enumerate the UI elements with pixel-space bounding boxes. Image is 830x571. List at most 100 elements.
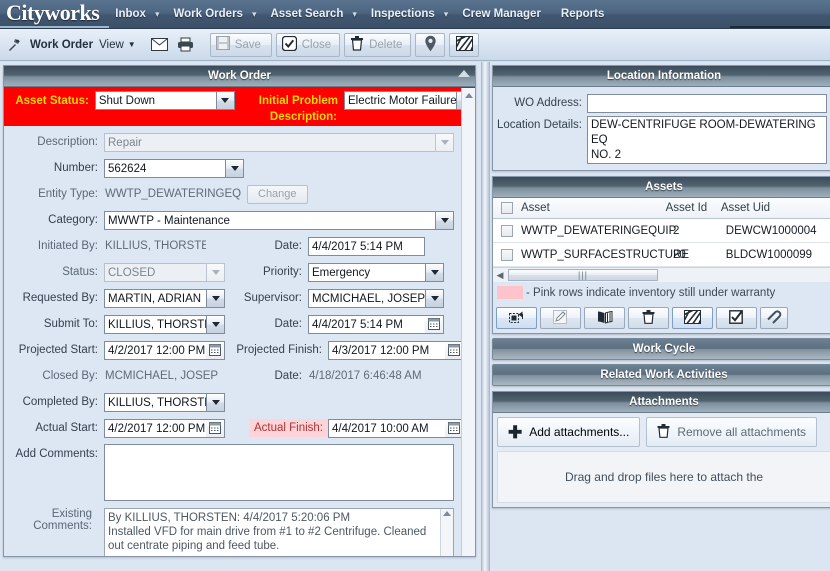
- gis-button[interactable]: [449, 32, 480, 57]
- scroll-thumb[interactable]: |||: [508, 269, 658, 281]
- column-header-asset[interactable]: Asset: [521, 202, 666, 214]
- submit-date-field[interactable]: 4/4/2017 5:14 PM: [308, 314, 444, 334]
- supervisor-value[interactable]: MCMICHAEL, JOSEPH: [308, 288, 425, 308]
- submit-to-value[interactable]: KILLIUS, THORSTEN: [104, 314, 206, 334]
- view-menu[interactable]: View: [99, 39, 124, 51]
- change-button[interactable]: Change: [247, 184, 308, 204]
- scroll-up-button[interactable]: [462, 88, 475, 102]
- map-book-button[interactable]: [584, 307, 625, 329]
- actual-start-value[interactable]: 4/2/2017 12:00 PM: [104, 418, 206, 438]
- submit-date-value[interactable]: 4/4/2017 5:14 PM: [308, 314, 425, 334]
- add-comments-input[interactable]: [104, 444, 454, 501]
- actual-finish-value[interactable]: 4/4/2017 10:00 AM: [328, 418, 445, 438]
- envelope-icon[interactable]: [149, 34, 171, 56]
- calendar-icon[interactable]: [206, 418, 225, 438]
- save-button[interactable]: Save: [209, 32, 272, 57]
- asset-status-value[interactable]: Shut Down: [94, 91, 216, 110]
- assets-panel-header[interactable]: Assets: [493, 177, 830, 198]
- attachments-dropzone[interactable]: Drag and drop files here to attach the: [497, 451, 830, 503]
- table-row[interactable]: WWTP_DEWATERINGEQUIP 2 DEWCW1000004: [493, 219, 830, 243]
- delete-asset-button[interactable]: [628, 307, 669, 329]
- attachment-button[interactable]: [760, 307, 788, 329]
- requested-by-value[interactable]: MARTIN, ADRIAN: [104, 288, 206, 308]
- existing-comments-box[interactable]: By KILLIUS, THORSTEN: 4/4/2017 5:20:06 P…: [104, 508, 454, 556]
- chevron-down-icon[interactable]: ▾: [249, 0, 265, 29]
- printer-icon[interactable]: [175, 34, 197, 56]
- select-all-checkbox[interactable]: [501, 202, 513, 214]
- work-order-panel-header[interactable]: Work Order: [4, 66, 475, 87]
- chevron-down-icon[interactable]: [206, 288, 225, 308]
- projected-start-value[interactable]: 4/2/2017 12:00 PM: [104, 340, 206, 360]
- submit-to-combo[interactable]: KILLIUS, THORSTEN: [104, 314, 225, 334]
- add-attachments-button[interactable]: ✚ Add attachments...: [497, 417, 641, 447]
- existing-comments-scrollbar[interactable]: [440, 509, 453, 556]
- calendar-icon[interactable]: [206, 340, 225, 360]
- completed-by-combo[interactable]: KILLIUS, THORSTEN: [104, 392, 225, 412]
- requested-by-combo[interactable]: MARTIN, ADRIAN: [104, 288, 225, 308]
- asset-status-combo[interactable]: Shut Down: [94, 91, 235, 110]
- table-row[interactable]: WWTP_SURFACESTRUCTURE 20 BLDCW1000099: [493, 243, 830, 267]
- nav-item-inbox[interactable]: Inbox: [109, 0, 152, 29]
- scroll-up-icon[interactable]: [443, 511, 451, 516]
- priority-combo[interactable]: Emergency: [308, 262, 444, 282]
- wo-address-input[interactable]: [587, 94, 827, 113]
- completed-by-value[interactable]: KILLIUS, THORSTEN: [104, 392, 206, 412]
- gis-layer-button[interactable]: [672, 307, 713, 329]
- map-button[interactable]: [415, 32, 446, 57]
- actual-finish-field[interactable]: 4/4/2017 10:00 AM: [328, 418, 464, 438]
- remove-all-attachments-button[interactable]: Remove all attachments: [646, 417, 818, 447]
- attachments-panel-header[interactable]: Attachments: [493, 392, 830, 413]
- edit-asset-button[interactable]: [540, 307, 581, 329]
- chevron-down-icon[interactable]: [206, 314, 225, 334]
- row-checkbox[interactable]: [501, 224, 513, 237]
- row-checkbox[interactable]: [501, 248, 513, 261]
- chevron-down-icon[interactable]: [435, 210, 454, 230]
- nav-item-inspections[interactable]: Inspections: [365, 0, 441, 29]
- remove-all-attachments-label: Remove all attachments: [677, 425, 807, 439]
- closed-by-value: MCMICHAEL, JOSEPH: [105, 369, 219, 382]
- pane-splitter[interactable]: [481, 62, 490, 571]
- location-panel-header[interactable]: Location Information: [493, 66, 830, 87]
- number-combo[interactable]: 562624: [104, 158, 244, 178]
- projected-finish-value[interactable]: 4/3/2017 12:00 PM: [328, 340, 445, 360]
- nav-item-crew-manager[interactable]: Crew Manager: [456, 0, 547, 29]
- calendar-icon[interactable]: [425, 314, 444, 334]
- column-header-asset-uid[interactable]: Asset Uid: [721, 202, 830, 214]
- initiated-date-value[interactable]: 4/4/2017 5:14 PM: [308, 236, 425, 256]
- add-asset-button[interactable]: [496, 307, 537, 329]
- priority-value[interactable]: Emergency: [308, 262, 425, 282]
- chevron-down-icon[interactable]: [425, 262, 444, 282]
- assets-horizontal-scrollbar[interactable]: ◀ |||: [493, 267, 830, 282]
- initial-problem-value[interactable]: Electric Motor Failure: [344, 91, 456, 110]
- nav-item-work-orders[interactable]: Work Orders: [167, 0, 248, 29]
- nav-item-asset-search[interactable]: Asset Search: [264, 0, 349, 29]
- chevron-down-icon[interactable]: ▾: [152, 0, 168, 29]
- chevron-down-icon[interactable]: [215, 91, 235, 110]
- work-cycle-section-header[interactable]: Work Cycle: [492, 338, 830, 360]
- close-button[interactable]: Close: [275, 32, 341, 57]
- category-value[interactable]: MWWTP - Maintenance: [104, 210, 435, 230]
- column-header-asset-id[interactable]: Asset Id: [666, 202, 721, 214]
- checklist-button[interactable]: [716, 307, 757, 329]
- chevron-down-icon[interactable]: [206, 392, 225, 412]
- nav-item-reports[interactable]: Reports: [555, 0, 610, 29]
- location-details-input[interactable]: DEW-CENTRIFUGE ROOM-DEWATERING EQ NO. 2: [587, 116, 827, 164]
- work-order-scrollbar[interactable]: [461, 88, 475, 556]
- submit-to-label: Submit To:: [43, 318, 98, 330]
- supervisor-combo[interactable]: MCMICHAEL, JOSEPH: [308, 288, 444, 308]
- collapse-up-icon[interactable]: [458, 70, 470, 77]
- chevron-down-icon[interactable]: ▾: [349, 0, 365, 29]
- chevron-down-icon[interactable]: [225, 158, 244, 178]
- initial-problem-combo[interactable]: Electric Motor Failure: [344, 91, 475, 110]
- projected-start-field[interactable]: 4/2/2017 12:00 PM: [104, 340, 225, 360]
- chevron-down-icon[interactable]: [425, 288, 444, 308]
- category-combo[interactable]: MWWTP - Maintenance: [104, 210, 454, 230]
- delete-button[interactable]: Delete: [344, 32, 412, 57]
- projected-finish-field[interactable]: 4/3/2017 12:00 PM: [328, 340, 464, 360]
- scroll-left-icon[interactable]: ◀: [493, 270, 507, 281]
- number-value[interactable]: 562624: [104, 158, 225, 178]
- related-work-activities-section-header[interactable]: Related Work Activities: [492, 364, 830, 386]
- chevron-down-icon[interactable]: ▼: [128, 40, 136, 49]
- actual-start-field[interactable]: 4/2/2017 12:00 PM: [104, 418, 225, 438]
- chevron-down-icon[interactable]: ▾: [441, 0, 457, 29]
